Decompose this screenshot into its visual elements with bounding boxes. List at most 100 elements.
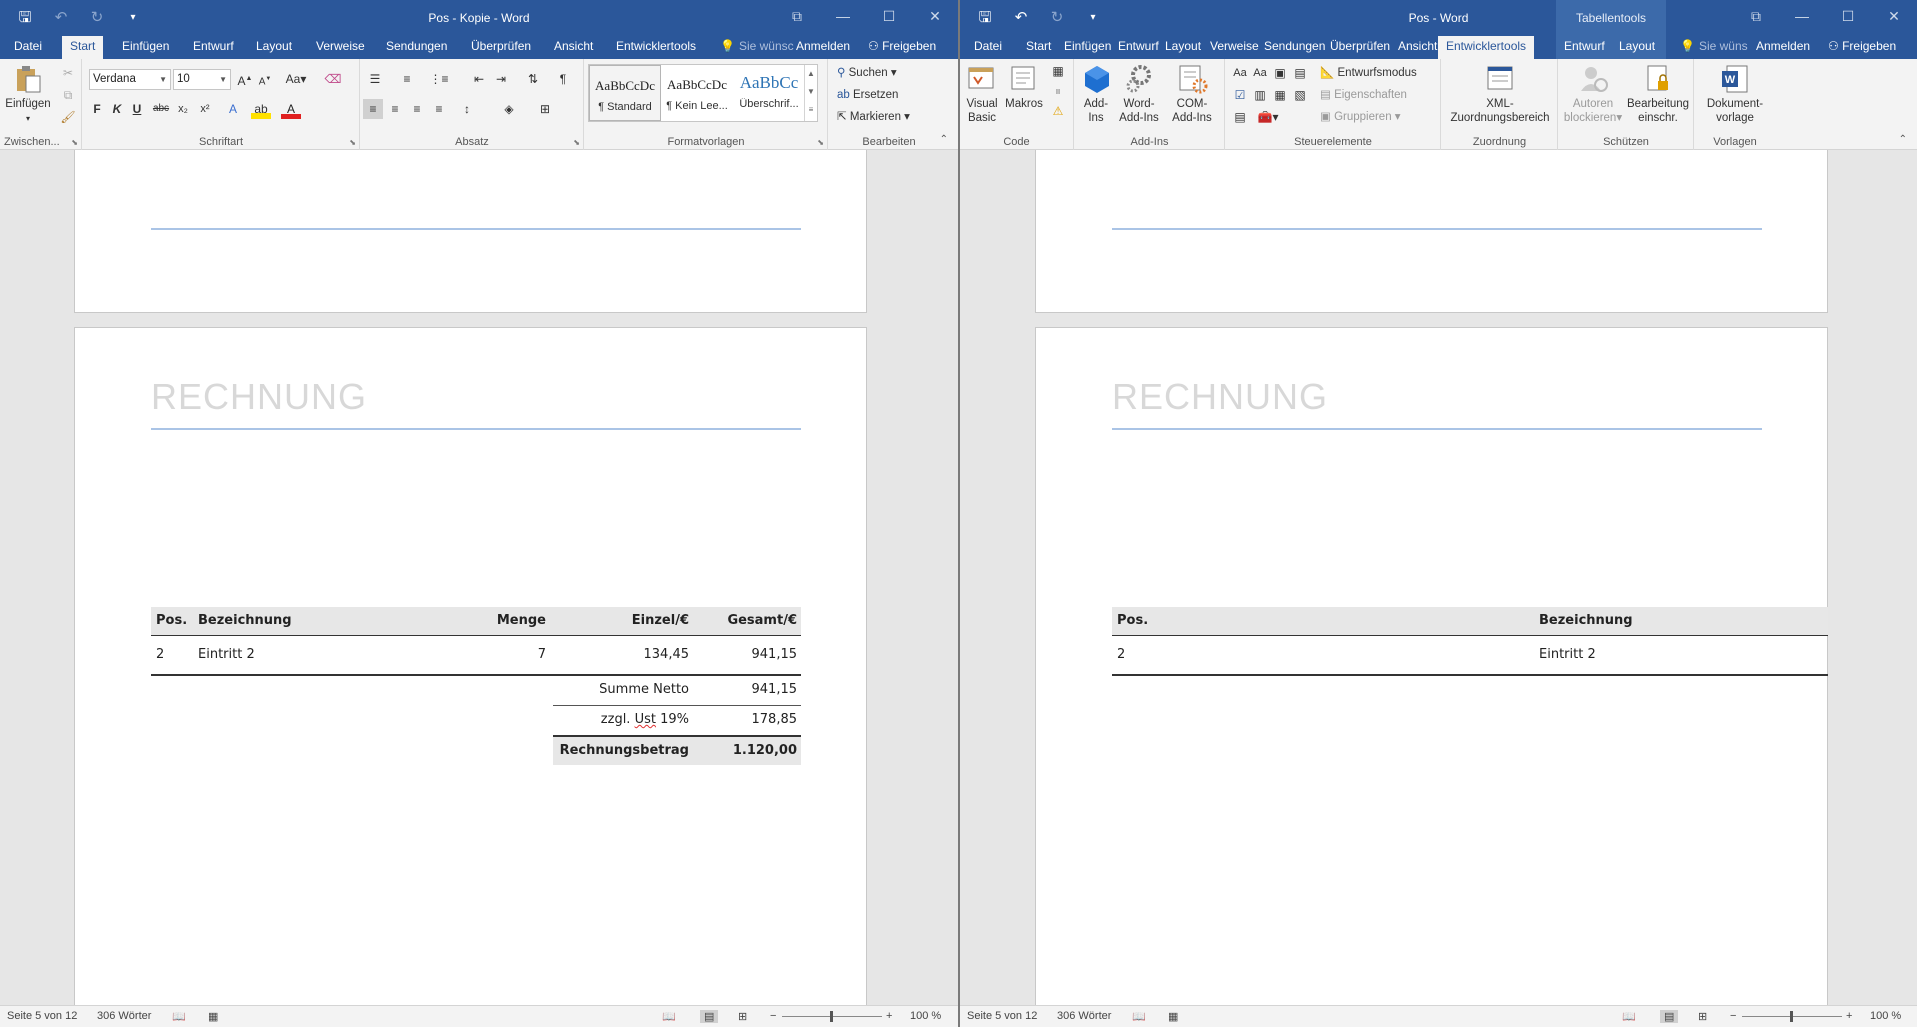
checkbox-control-icon[interactable]: ☑	[1230, 85, 1250, 105]
proofing-icon[interactable]: 📖	[172, 1010, 186, 1023]
ribbon-display-icon[interactable]: ⧉	[1733, 0, 1779, 32]
share-button[interactable]: ⚇ Freigeben	[860, 36, 944, 59]
zoom-out-icon[interactable]: −	[1730, 1010, 1736, 1022]
bullets-icon[interactable]: ☰	[365, 69, 385, 89]
read-mode-icon[interactable]: 📖	[1622, 1010, 1636, 1023]
title-bar[interactable]: 🖫 ↶ ↻ ▾ Pos - Word Tabellentools ⧉ — ☐ ✕	[960, 0, 1917, 36]
macro-security-icon[interactable]: ⚠	[1048, 101, 1068, 121]
zoom-out-icon[interactable]: −	[770, 1010, 776, 1022]
sign-in-link[interactable]: Anmelden	[1748, 36, 1818, 59]
cut-icon[interactable]: ✂	[58, 63, 78, 83]
clipboard-launcher-icon[interactable]: ⬊	[71, 138, 78, 147]
tab-file[interactable]: Datei	[966, 36, 1010, 59]
read-mode-icon[interactable]: 📖	[662, 1010, 676, 1023]
style-standard[interactable]: AaBbCcDc ¶ Standard	[589, 65, 661, 121]
web-layout-icon[interactable]: ⊞	[738, 1010, 747, 1023]
collapse-ribbon-icon[interactable]: ⌃	[1899, 134, 1907, 145]
italic-button[interactable]: K	[107, 99, 127, 119]
tab-start[interactable]: Start	[62, 36, 104, 59]
font-launcher-icon[interactable]: ⬊	[349, 138, 356, 147]
font-size-combo[interactable]: 10 ▼	[173, 69, 231, 90]
date-picker-control-icon[interactable]: ▧	[1290, 85, 1310, 105]
print-layout-icon[interactable]: ▤	[1660, 1010, 1679, 1023]
borders-icon[interactable]: ⊞	[535, 99, 555, 119]
xml-mapping-button[interactable]: XML- Zuordnungsbereich	[1446, 63, 1554, 125]
word-addins-button[interactable]: Word- Add-Ins	[1115, 63, 1163, 125]
tab-insert[interactable]: Einfügen	[114, 36, 177, 59]
maximize-icon[interactable]: ☐	[866, 0, 912, 32]
com-addins-button[interactable]: COM- Add-Ins	[1167, 63, 1217, 125]
group-button[interactable]: ▣ Gruppieren ▾	[1320, 109, 1401, 125]
increase-indent-icon[interactable]: ⇥	[491, 69, 511, 89]
clear-formatting-icon[interactable]: ⌫	[323, 69, 343, 89]
repeating-section-icon[interactable]: ▤	[1230, 107, 1250, 127]
numbering-icon[interactable]: ≡	[397, 69, 417, 89]
sign-in-link[interactable]: Anmelden	[788, 36, 858, 59]
dropdown-control-icon[interactable]: ▦	[1270, 85, 1290, 105]
minimize-icon[interactable]: —	[1779, 0, 1825, 32]
sort-icon[interactable]: ⇅	[523, 69, 543, 89]
replace-button[interactable]: ab Ersetzen	[837, 87, 898, 103]
page-count[interactable]: Seite 5 von 12	[967, 1010, 1037, 1022]
highlight-icon[interactable]: ab	[251, 99, 271, 119]
rich-text-control-icon[interactable]: Aa	[1230, 63, 1250, 83]
chevron-down-icon[interactable]: ▼	[805, 83, 817, 101]
select-button[interactable]: ⇱ Markieren ▾	[837, 109, 910, 125]
web-layout-icon[interactable]: ⊞	[1698, 1010, 1707, 1023]
paragraph-launcher-icon[interactable]: ⬊	[573, 138, 580, 147]
line-spacing-icon[interactable]: ↕	[457, 99, 477, 119]
collapse-ribbon-icon[interactable]: ⌃	[940, 134, 948, 145]
macro-record-icon[interactable]: ▦	[1168, 1010, 1178, 1023]
align-center-icon[interactable]: ≡	[385, 99, 405, 119]
word-count[interactable]: 306 Wörter	[1057, 1010, 1111, 1022]
superscript-button[interactable]: x²	[195, 99, 215, 119]
subscript-button[interactable]: x₂	[173, 99, 193, 119]
paste-button[interactable]: Einfügen ▾	[4, 63, 52, 126]
invoice-table[interactable]: Pos. Bezeichnung Menge Einzel/€ Gesamt/€…	[151, 607, 801, 767]
maximize-icon[interactable]: ☐	[1825, 0, 1871, 32]
change-case-button[interactable]: Aa▾	[281, 69, 311, 89]
share-button[interactable]: ⚇ Freigeben	[1820, 36, 1904, 59]
record-macro-icon[interactable]: ▦	[1048, 61, 1068, 81]
proofing-icon[interactable]: 📖	[1132, 1010, 1146, 1023]
properties-button[interactable]: ▤ Eigenschaften	[1320, 87, 1407, 103]
tab-table-design[interactable]: Entwurf	[1556, 36, 1611, 59]
justify-icon[interactable]: ≡	[429, 99, 449, 119]
bold-button[interactable]: F	[87, 99, 107, 119]
multilevel-list-icon[interactable]: ⋮≡	[429, 69, 449, 89]
document-area[interactable]: RECHNUNG Pos. Bezeichnung 2 Eintritt 2	[960, 150, 1917, 1005]
format-painter-icon[interactable]: 🖌	[58, 107, 78, 127]
combobox-control-icon[interactable]: ▥	[1250, 85, 1270, 105]
gallery-scroll[interactable]: ▲ ▼ ≡	[804, 65, 817, 121]
restrict-editing-button[interactable]: Bearbeitung einschr.	[1627, 63, 1689, 125]
picture-control-icon[interactable]: ▣	[1270, 63, 1290, 83]
ribbon-display-icon[interactable]: ⧉	[774, 0, 820, 32]
word-count[interactable]: 306 Wörter	[97, 1010, 151, 1022]
copy-icon[interactable]: ⧉	[58, 85, 78, 105]
font-name-combo[interactable]: Verdana ▼	[89, 69, 171, 90]
more-icon[interactable]: ≡	[805, 101, 817, 119]
shrink-font-icon[interactable]: A▼	[255, 69, 275, 89]
legacy-tools-icon[interactable]: 🧰▾	[1252, 107, 1284, 127]
tab-file[interactable]: Datei	[6, 36, 51, 59]
pause-recording-icon[interactable]: ⏸	[1048, 81, 1068, 101]
tab-view[interactable]: Ansicht	[546, 36, 601, 59]
title-bar[interactable]: 🖫 ↶ ↻ ▾ Pos - Kopie - Word ⧉ — ☐ ✕	[0, 0, 958, 36]
document-template-button[interactable]: W Dokument-vorlage	[1699, 63, 1771, 125]
tab-review[interactable]: Überprüfen	[463, 36, 539, 59]
macro-record-icon[interactable]: ▦	[208, 1010, 218, 1023]
style-no-spacing[interactable]: AaBbCcDc ¶ Kein Lee...	[661, 65, 733, 121]
tab-developer[interactable]: Entwicklertools	[608, 36, 704, 59]
visual-basic-button[interactable]: Visual Basic	[964, 63, 1000, 125]
tab-developer[interactable]: Entwicklertools	[1438, 36, 1535, 59]
chevron-up-icon[interactable]: ▲	[805, 65, 817, 83]
show-formatting-icon[interactable]: ¶	[553, 69, 573, 89]
tab-review[interactable]: Überprüfen	[1322, 36, 1398, 59]
font-color-icon[interactable]: A	[281, 99, 301, 119]
strikethrough-button[interactable]: abc	[151, 99, 171, 119]
tab-references[interactable]: Verweise	[308, 36, 373, 59]
zoom-in-icon[interactable]: +	[886, 1010, 892, 1022]
zoom-slider-thumb[interactable]	[830, 1011, 833, 1022]
find-button[interactable]: ⚲ Suchen ▾	[837, 65, 897, 81]
minimize-icon[interactable]: —	[820, 0, 866, 32]
